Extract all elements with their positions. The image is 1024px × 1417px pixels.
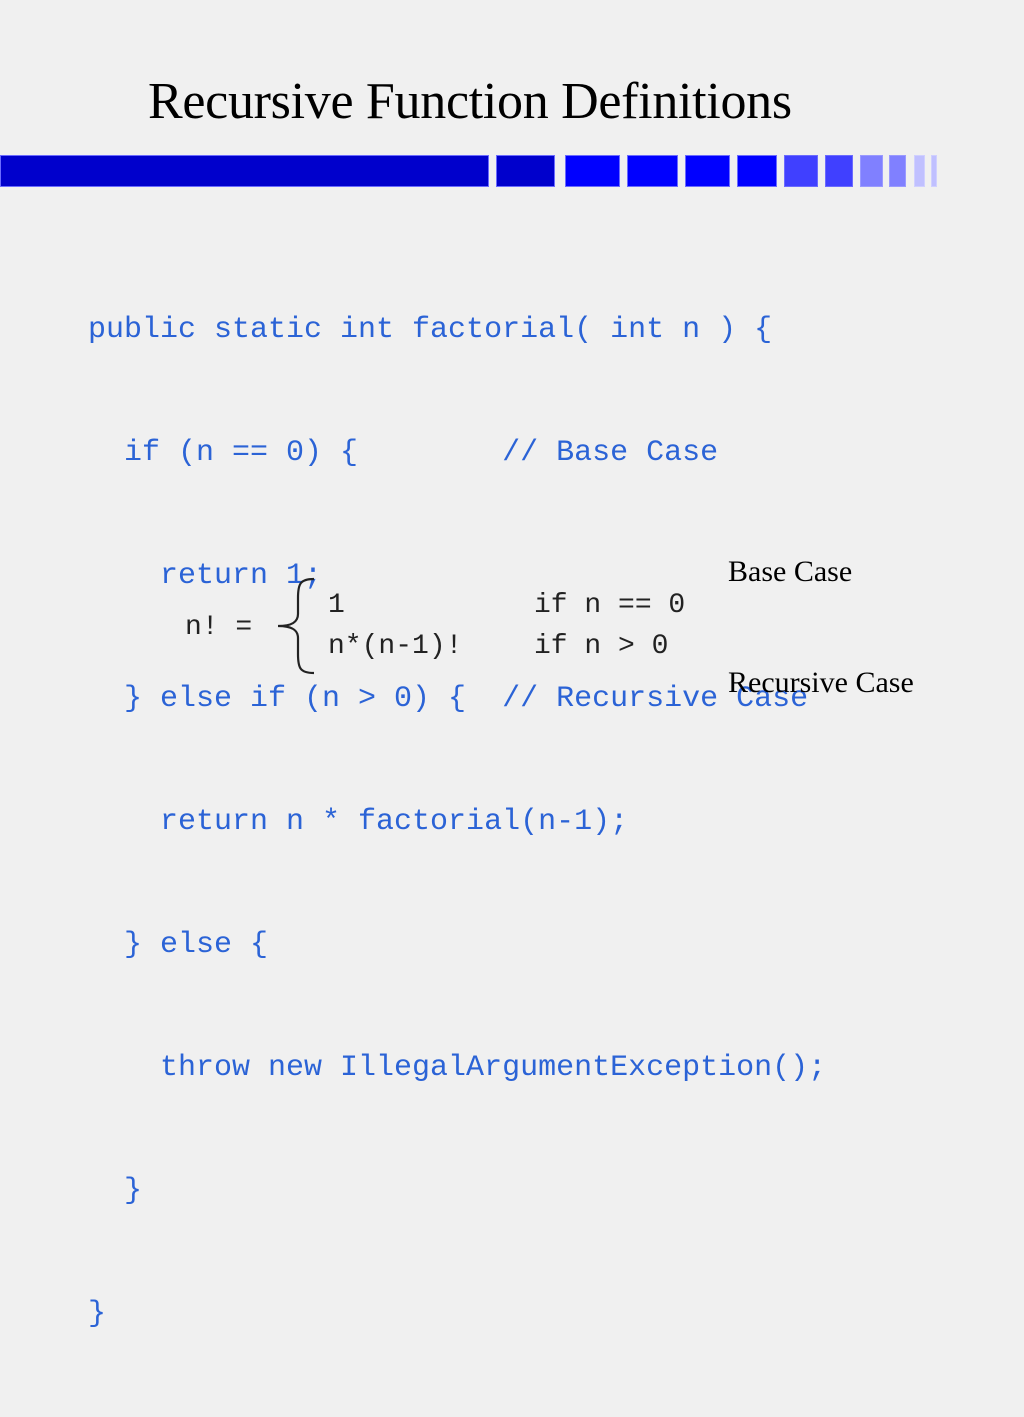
code-line: } <box>88 1297 107 1331</box>
decorative-bar-block <box>496 155 555 187</box>
code-line: return 1; <box>88 559 323 593</box>
formula-case-value: 1 <box>328 590 345 621</box>
recursive-case-label: Recursive Case <box>728 666 914 699</box>
code-line: } else if (n > 0) { // Recursive Case <box>88 682 809 716</box>
decorative-bar-block <box>931 155 937 187</box>
decorative-bar-long <box>0 155 489 187</box>
base-case-label: Base Case <box>728 555 853 588</box>
decorative-bar-block <box>784 155 818 187</box>
decorative-bar-block <box>737 155 777 187</box>
code-block: public static int factorial( int n ) { i… <box>88 228 826 1417</box>
formula-case-value: n*(n-1)! <box>328 631 463 662</box>
code-line: } else { <box>88 928 269 962</box>
decorative-bar-block <box>860 155 883 187</box>
code-line: return n * factorial(n-1); <box>88 805 629 839</box>
code-line: if (n == 0) { // Base Case <box>88 436 719 470</box>
curly-brace-icon <box>277 577 315 675</box>
decorative-bar-block <box>825 155 853 187</box>
decorative-bar-block <box>889 155 906 187</box>
formula-lhs: n! = <box>185 612 253 643</box>
slide-title: Recursive Function Definitions <box>148 73 792 130</box>
formula-case-condition: if n == 0 <box>534 590 686 621</box>
decorative-bar-block <box>914 155 925 187</box>
decorative-bar-block <box>565 155 620 187</box>
decorative-bar-block <box>685 155 730 187</box>
formula-case-condition: if n > 0 <box>534 631 669 662</box>
code-line: public static int factorial( int n ) { <box>88 313 773 347</box>
decorative-bar-block <box>627 155 678 187</box>
code-line: } <box>88 1174 143 1208</box>
code-line: throw new IllegalArgumentException(); <box>88 1051 827 1085</box>
